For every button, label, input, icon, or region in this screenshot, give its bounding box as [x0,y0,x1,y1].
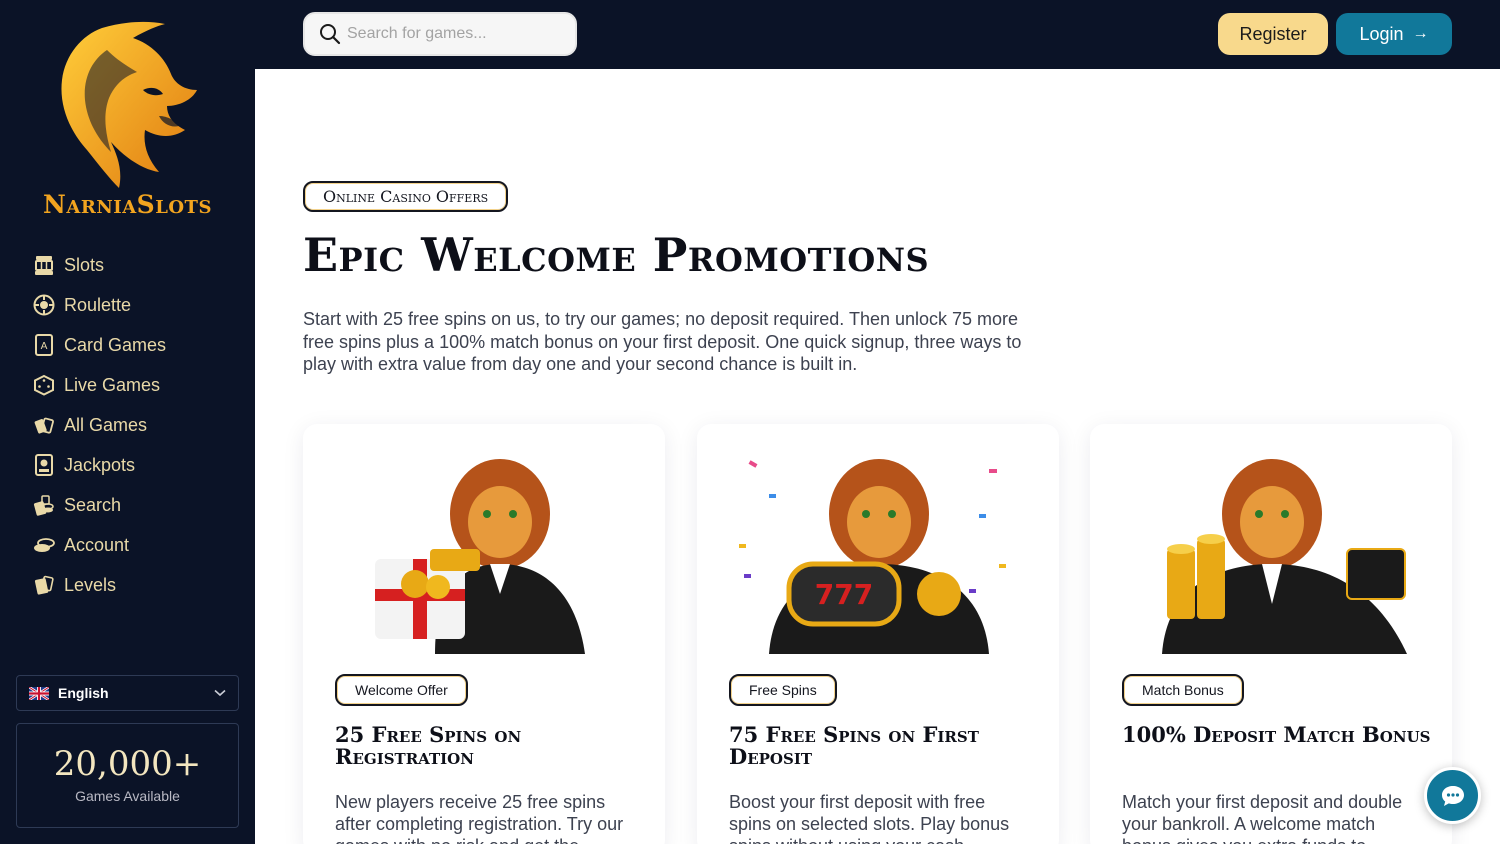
arrow-right-icon: → [1412,25,1429,42]
language-selector[interactable]: English [16,675,239,711]
sidebar-item-label: Search [64,494,122,515]
search-icon [320,24,341,45]
card-title: 100% Deposit Match Bonus [1122,722,1431,747]
slot-machine-icon [33,254,55,276]
lion-gold-coins-illustration [1162,459,1407,654]
section-eyebrow: Online Casino Offers [303,181,509,212]
sidebar-item-label: Account [64,534,130,555]
sidebar-nav: Slots Roulette A Card Games Live Games A… [33,245,166,605]
search-box[interactable] [303,12,577,56]
chips-icon [33,494,55,516]
roulette-icon [33,294,55,316]
card-tag: Free Spins [729,674,837,706]
card-tag: Welcome Offer [335,674,468,706]
page-title: Epic Welcome Promotions [303,228,930,282]
sidebar-item-live-games[interactable]: Live Games [33,365,166,405]
sidebar-item-roulette[interactable]: Roulette [33,285,166,325]
card-title: 25 Free Spins on Registration [335,722,522,769]
uk-flag-icon [29,686,49,700]
top-bar: Register Login → [255,0,1500,69]
sidebar: NarniaSlots Slots Roulette A Card Games … [0,0,255,844]
sidebar-item-label: Jackpots [64,454,136,475]
card-description: Boost your first deposit with free spins… [729,792,1010,844]
svg-text:777: 777 [815,578,873,611]
sidebar-item-label: Roulette [64,294,132,315]
card-description: New players receive 25 free spins after … [335,792,624,844]
dice-icon [33,374,55,396]
lion-head-logo-icon [61,21,197,189]
sidebar-item-levels[interactable]: Levels [33,565,166,605]
cards-fan-icon [33,414,55,436]
games-count-box: 20,000+ Games Available [16,723,239,828]
games-count-label: Games Available [75,788,180,804]
search-input[interactable] [347,25,562,43]
hero-description: Start with 25 free spins on us, to try o… [303,309,1022,374]
brand-name: NarniaSlots [43,190,212,219]
card-description: Match your first deposit and double your… [1122,792,1403,844]
sidebar-item-label: Live Games [64,374,161,395]
register-button[interactable]: Register [1218,13,1328,55]
sidebar-item-label: Card Games [64,334,167,355]
jackpot-icon [33,454,55,476]
lion-slot-reel-illustration: 777 [739,459,1006,654]
login-label: Login [1359,23,1404,44]
sidebar-item-label: Levels [64,574,117,595]
sidebar-item-label: Slots [64,254,105,275]
sidebar-item-account[interactable]: Account [33,525,166,565]
svg-text:A: A [41,341,48,352]
coins-icon [33,534,55,556]
promo-card-free-spins[interactable]: 777 Free Spins 75 Free Spins on First De… [697,424,1059,844]
promo-card-match-bonus[interactable]: Match Bonus 100% Deposit Match Bonus Mat… [1090,424,1452,844]
sidebar-item-all-games[interactable]: All Games [33,405,166,445]
chevron-down-icon [214,689,226,697]
login-button[interactable]: Login → [1336,13,1452,55]
sidebar-item-search[interactable]: Search [33,485,166,525]
card-title: 75 Free Spins on First Deposit [729,722,979,769]
chat-bubble-icon [1441,785,1464,806]
lion-gift-box-illustration [375,459,585,654]
playing-card-icon: A [33,334,55,356]
brand-logo[interactable]: NarniaSlots [25,20,230,230]
games-count-value: 20,000+ [53,744,202,784]
chat-launcher-button[interactable] [1424,767,1481,824]
promo-card-welcome[interactable]: Welcome Offer 25 Free Spins on Registrat… [303,424,665,844]
card-stack-icon [33,574,55,596]
sidebar-item-label: All Games [64,414,148,435]
card-tag: Match Bonus [1122,674,1244,706]
sidebar-item-jackpots[interactable]: Jackpots [33,445,166,485]
sidebar-item-slots[interactable]: Slots [33,245,166,285]
sidebar-item-card-games[interactable]: A Card Games [33,325,166,365]
language-label: English [58,685,109,701]
